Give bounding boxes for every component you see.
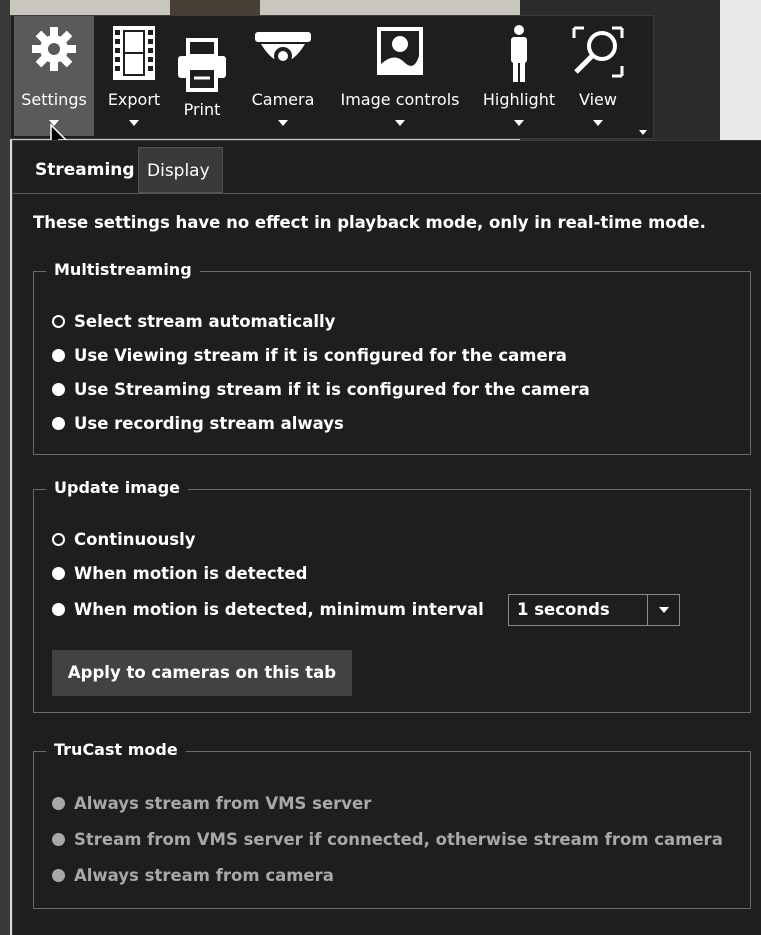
export-button[interactable]: Export [99,16,169,136]
apply-to-cameras-button[interactable]: Apply to cameras on this tab [52,650,352,696]
highlight-label: Highlight [482,90,556,109]
radio-selected-icon [52,315,65,328]
update-image-title: Update image [46,478,189,497]
multistreaming-title: Multistreaming [46,260,200,279]
camera-label: Camera [251,90,315,109]
view-button[interactable]: View [567,16,629,136]
chevron-down-icon [395,120,405,126]
chevron-down-icon [514,120,524,126]
radio-label: Use recording stream always [74,414,344,433]
image-controls-button[interactable]: Image controls [329,16,471,136]
update-image-group: Update image Continuously When motion is… [33,478,751,713]
radio-unselected-icon [52,567,65,580]
radio-continuously[interactable]: Continuously [52,530,196,549]
multistreaming-group: Multistreaming Select stream automatical… [33,260,751,455]
radio-unselected-icon [52,383,65,396]
image-controls-label: Image controls [340,90,460,109]
tab-divider [13,193,761,194]
tab-streaming[interactable]: Streaming [27,147,135,193]
printer-icon [178,38,226,92]
highlight-button[interactable]: Highlight [477,16,561,136]
left-edge [0,0,10,935]
radio-disabled-icon [52,869,65,882]
radio-label: When motion is detected [74,564,308,583]
view-label: View [579,90,617,109]
select-divider [647,595,648,625]
zoom-icon [572,26,624,78]
print-label: Print [183,100,221,119]
gear-icon [32,27,76,71]
tab-display[interactable]: Display [138,147,223,193]
interval-select[interactable]: 1 seconds [508,594,680,626]
image-icon [377,27,423,75]
radio-unselected-icon [52,349,65,362]
radio-motion-minimum-interval[interactable]: When motion is detected, minimum interva… [52,600,484,619]
film-icon [113,26,155,80]
radio-always-from-camera: Always stream from camera [52,866,334,885]
chevron-down-icon[interactable] [659,607,669,613]
trucast-group: TruCast mode Always stream from VMS serv… [33,740,751,909]
radio-label: Stream from VMS server if connected, oth… [74,830,723,849]
print-button[interactable]: Print [173,16,231,136]
settings-label: Settings [21,90,87,109]
camera-button[interactable]: Camera [245,16,321,136]
radio-always-vms-server: Always stream from VMS server [52,794,371,813]
radio-disabled-icon [52,833,65,846]
radio-use-viewing-stream[interactable]: Use Viewing stream if it is configured f… [52,346,567,365]
radio-label: Use Viewing stream if it is configured f… [74,346,567,365]
radio-vms-if-connected: Stream from VMS server if connected, oth… [52,830,723,849]
settings-button[interactable]: Settings [14,16,94,136]
chevron-down-icon [278,120,288,126]
radio-label: When motion is detected, minimum interva… [74,600,484,619]
radio-use-streaming-stream[interactable]: Use Streaming stream if it is configured… [52,380,590,399]
person-icon [511,25,527,82]
overflow-chevron-icon[interactable] [639,130,647,135]
radio-selected-icon [52,533,65,546]
playback-note: These settings have no effect in playbac… [33,213,706,232]
radio-label: Continuously [74,530,196,549]
export-label: Export [107,90,161,109]
radio-select-stream-automatically[interactable]: Select stream automatically [52,312,335,331]
interval-value: 1 seconds [517,600,610,619]
radio-label: Select stream automatically [74,312,336,331]
chevron-down-icon [593,120,603,126]
trucast-title: TruCast mode [46,740,186,759]
radio-use-recording-stream[interactable]: Use recording stream always [52,414,344,433]
radio-unselected-icon [52,417,65,430]
radio-label: Use Streaming stream if it is configured… [74,380,590,399]
radio-label: Always stream from VMS server [74,794,372,813]
radio-when-motion-detected[interactable]: When motion is detected [52,564,308,583]
radio-label: Always stream from camera [74,866,334,885]
radio-unselected-icon [52,603,65,616]
settings-panel: Streaming Display These settings have no… [12,140,761,935]
chevron-down-icon [129,120,139,126]
toolbar: Settings Export Print Camera Image contr… [10,15,654,139]
radio-disabled-icon [52,797,65,810]
dome-camera-icon [255,32,311,65]
